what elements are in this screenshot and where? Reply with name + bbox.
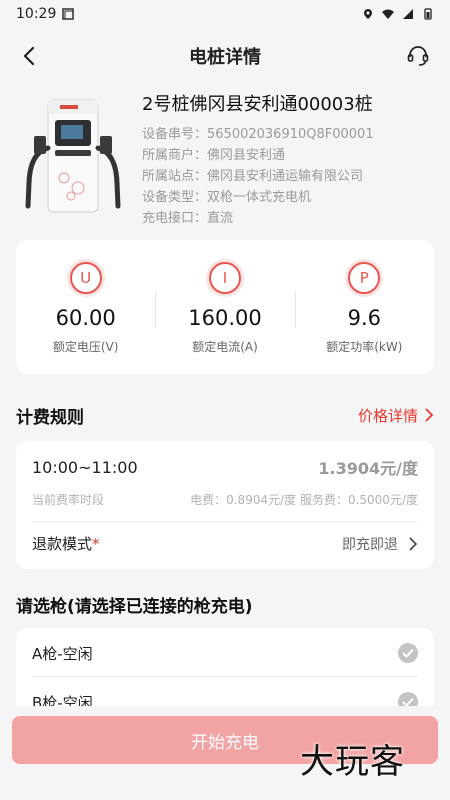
customer-service-icon[interactable] [406, 44, 430, 68]
price-detail-label: 价格详情 [357, 406, 418, 425]
power-icon: P [348, 262, 381, 294]
charger-image [16, 88, 126, 218]
device-type: 设备类型：双枪一体式充电机 [142, 190, 312, 205]
battery-icon [424, 8, 432, 20]
merchant: 所属商户：佛冈县安利通 [142, 148, 286, 163]
divider [32, 676, 418, 677]
gun-card: A枪-空闲 B枪-空闲 [16, 628, 434, 708]
refund-mode-row[interactable]: 退款模式* 即充即退 [32, 533, 418, 554]
pile-details: 2号桩佛冈县安利通00003桩 设备串号：565002036910Q8F0000… [142, 88, 374, 228]
price-detail-link[interactable]: 价格详情 [358, 405, 434, 426]
required-mark: * [92, 535, 100, 553]
watermark: 大玩客 [300, 742, 405, 782]
rate-row: 10:00~11:00 1.3904元/度 [32, 455, 418, 479]
chevron-right-icon [425, 408, 434, 422]
rate-sub: 当前费率时段 电费：0.8904元/度 服务费：0.5000元/度 [32, 491, 418, 508]
wifi-icon [382, 9, 394, 19]
back-arrow-icon[interactable] [18, 44, 42, 68]
spec-power: P 9.6 额定功率(kW) [294, 240, 434, 374]
divider [32, 521, 418, 522]
chevron-right-icon [409, 536, 418, 551]
fee-breakdown: 电费：0.8904元/度 服务费：0.5000元/度 [190, 493, 418, 507]
nav-bar: 电桩详情 [0, 28, 450, 84]
gun-title: 请选枪(请选择已连接的枪充电) [16, 596, 253, 617]
status-bar: 10:29 [0, 0, 450, 28]
spec-value: 9.6 [347, 306, 382, 330]
billing-header: 计费规则 价格详情 [16, 400, 434, 430]
status-time: 10:29 [16, 6, 57, 22]
spec-current: I 160.00 额定电流(A) [155, 240, 294, 374]
check-icon [398, 643, 418, 663]
rate-price: 1.3904元/度 [318, 459, 418, 478]
screenshot-icon [62, 8, 75, 20]
spec-value: 160.00 [188, 306, 262, 330]
device-serial: 设备串号：565002036910Q8F00001 [142, 127, 374, 142]
spec-voltage: U 60.00 额定电压(V) [16, 240, 155, 374]
billing-title: 计费规则 [16, 407, 84, 428]
gun-header: 请选枪(请选择已连接的枪充电) [16, 589, 434, 619]
refund-label: 退款模式* [32, 535, 100, 553]
gun-label: A枪-空闲 [32, 644, 93, 663]
billing-card: 10:00~11:00 1.3904元/度 当前费率时段 电费：0.8904元/… [16, 441, 434, 569]
refund-value: 即充即退 [342, 534, 418, 554]
station: 所属站点：佛冈县安利通运输有限公司 [142, 169, 364, 184]
spec-label: 额定功率(kW) [326, 340, 403, 354]
spec-value: 60.00 [55, 306, 116, 330]
voltage-icon: U [69, 262, 102, 294]
spec-card: U 60.00 额定电压(V) I 160.00 额定电流(A) P 9.6 额… [16, 240, 434, 374]
signal-icon [403, 9, 413, 19]
gun-option-b[interactable]: B枪-空闲 [32, 678, 418, 708]
pile-info: 2号桩佛冈县安利通00003桩 设备串号：565002036910Q8F0000… [16, 88, 436, 228]
location-icon [364, 9, 372, 19]
gun-option-a[interactable]: A枪-空闲 [32, 629, 418, 677]
pile-name: 2号桩佛冈县安利通00003桩 [142, 94, 373, 115]
page-title: 电桩详情 [189, 47, 261, 68]
current-icon: I [208, 262, 241, 294]
charge-interface: 充电接口：直流 [142, 211, 234, 226]
rate-period: 10:00~11:00 [32, 457, 138, 477]
spec-label: 额定电压(V) [52, 340, 119, 354]
current-period-label: 当前费率时段 [32, 493, 105, 507]
spec-label: 额定电流(A) [192, 340, 258, 354]
